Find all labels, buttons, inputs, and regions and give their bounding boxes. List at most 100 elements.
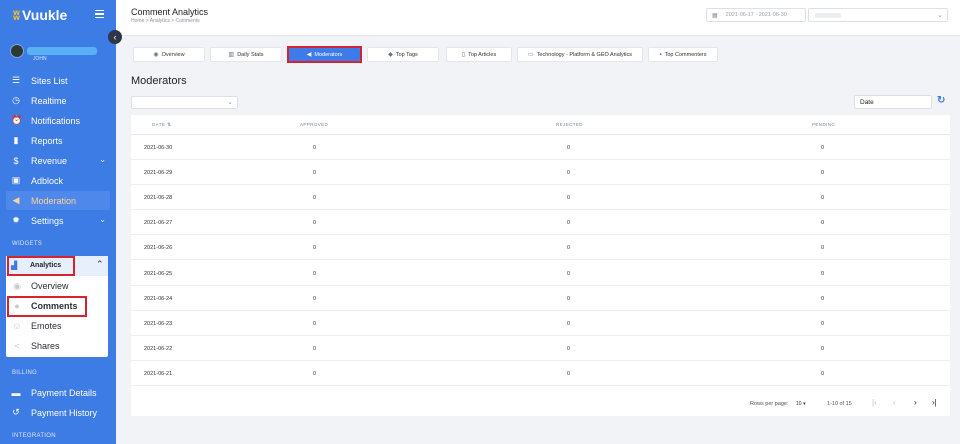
moderators-table: DATE ⇅ APPROVED REJECTED PENDING 2021-06… xyxy=(131,115,950,416)
widget-item-overview[interactable]: ◉ Overview xyxy=(11,278,68,294)
gear-icon: ✹ xyxy=(12,215,20,225)
cell-date: 2021-06-29 xyxy=(144,170,173,177)
breadcrumb: Home > Analytics > Comments xyxy=(131,18,200,24)
page-range: 1-10 of 15 xyxy=(827,401,852,407)
column-header-date[interactable]: DATE ⇅ xyxy=(152,122,172,128)
site-select-redacted xyxy=(815,13,841,18)
table-row: 2021-06-26 0 0 0 xyxy=(131,235,950,261)
sidebar-item-reports[interactable]: ▮ Reports xyxy=(6,131,110,150)
cell-pending: 0 xyxy=(821,195,825,202)
tab-top-tags[interactable]: ◆ Top Tags xyxy=(367,47,439,62)
sort-field-input[interactable]: Date xyxy=(854,95,932,109)
sidebar-item-sites-list[interactable]: ☰ Sites List xyxy=(6,71,110,90)
rows-per-page-label: Rows per page: xyxy=(750,401,789,407)
sidebar-item-notifications[interactable]: ⏰ Notifications xyxy=(6,111,110,130)
tags-icon: ◆ xyxy=(388,52,393,58)
cell-approved: 0 xyxy=(313,195,317,202)
chevron-down-icon: ⌄ xyxy=(99,155,106,164)
widget-item-emotes[interactable]: ☺ Emotes xyxy=(11,318,61,334)
tab-top-commenters[interactable]: ▪ Top Commenters xyxy=(648,47,718,62)
date-range-value: 2021-06-17 - 2021-06-30 xyxy=(725,12,787,18)
ad-icon: ▣ xyxy=(11,175,21,185)
integration-section-label: INTEGRATION xyxy=(12,433,56,439)
logo[interactable]: ʬ Vuukle xyxy=(13,7,67,23)
cell-approved: 0 xyxy=(313,270,317,277)
cell-pending: 0 xyxy=(821,270,825,277)
analytics-highlight-box xyxy=(7,256,75,276)
cell-rejected: 0 xyxy=(567,145,571,151)
cell-approved: 0 xyxy=(313,170,317,177)
cell-date: 2021-06-28 xyxy=(144,195,173,202)
sidebar-item-payment-history[interactable]: ↺ Payment History xyxy=(6,403,110,422)
cell-rejected: 0 xyxy=(567,320,571,327)
page-title: Comment Analytics xyxy=(131,7,209,17)
eye-icon: ◉ xyxy=(13,280,21,291)
chevron-down-icon: ⌄ xyxy=(227,99,233,106)
first-page-icon[interactable]: |‹ xyxy=(872,398,877,407)
site-select[interactable]: ⌄ xyxy=(808,8,948,22)
table-row: 2021-06-25 0 0 0 xyxy=(131,261,950,286)
share-icon: < xyxy=(14,341,20,351)
rows-per-page-select[interactable]: 10 ▾ xyxy=(796,401,806,407)
section-heading: Moderators xyxy=(131,75,187,87)
column-header-rejected[interactable]: REJECTED xyxy=(556,122,583,127)
moderators-tab-highlight-box xyxy=(287,46,362,63)
user-profile[interactable] xyxy=(10,44,97,58)
table-footer: Rows per page: 10 ▾ 1-10 of 15 |‹ ‹ › ›| xyxy=(131,392,950,416)
tab-overview[interactable]: ◉ Overview xyxy=(133,47,205,62)
cell-approved: 0 xyxy=(313,320,317,327)
cell-date: 2021-06-22 xyxy=(144,345,173,352)
tab-technology-geo[interactable]: ▭ Technology - Platform & GEO Analytics xyxy=(517,47,643,62)
logo-mark-icon: ʬ xyxy=(13,7,20,23)
next-page-icon[interactable]: › xyxy=(914,398,917,407)
sidebar-item-revenue[interactable]: $ Revenue ⌄ xyxy=(6,151,110,170)
billing-section-label: BILLING xyxy=(12,370,38,376)
calendar-icon: ▦ xyxy=(712,12,718,19)
cell-rejected: 0 xyxy=(567,245,571,252)
widget-item-shares[interactable]: < Shares xyxy=(11,338,59,354)
cell-rejected: 0 xyxy=(567,270,571,277)
moderator-filter-select[interactable]: ⌄ xyxy=(131,96,238,109)
prev-page-icon[interactable]: ‹ xyxy=(893,398,896,407)
last-page-icon[interactable]: ›| xyxy=(932,398,937,407)
cell-approved: 0 xyxy=(313,145,317,151)
cell-pending: 0 xyxy=(821,245,825,252)
history-icon: ↺ xyxy=(12,407,20,417)
emote-icon: ☺ xyxy=(12,321,22,331)
logo-text: Vuukle xyxy=(21,7,68,23)
column-header-pending[interactable]: PENDING xyxy=(812,122,835,127)
cell-rejected: 0 xyxy=(567,295,571,302)
clock-icon: ◷ xyxy=(12,95,20,105)
menu-icon[interactable] xyxy=(95,10,104,18)
sidebar-item-realtime[interactable]: ◷ Realtime xyxy=(6,91,110,110)
sidebar-item-settings[interactable]: ✹ Settings ⌄ xyxy=(6,211,110,230)
cell-rejected: 0 xyxy=(567,170,571,177)
cell-pending: 0 xyxy=(821,345,825,352)
sort-icon: ⇅ xyxy=(166,122,172,128)
cell-approved: 0 xyxy=(313,370,317,377)
tab-top-articles[interactable]: ▯ Top Articles xyxy=(446,47,512,62)
laptop-icon: ▭ xyxy=(527,52,534,58)
tab-daily-stats[interactable]: ▥ Daily Stats xyxy=(210,47,282,62)
book-icon: ▮ xyxy=(13,135,19,145)
column-header-approved[interactable]: APPROVED xyxy=(300,122,328,127)
cell-pending: 0 xyxy=(821,295,825,302)
avatar xyxy=(10,44,24,58)
comments-highlight-box xyxy=(7,296,87,317)
date-range-picker[interactable]: ▦ 2021-06-17 - 2021-06-30 xyxy=(706,8,806,22)
credit-card-icon: ▬ xyxy=(11,387,21,398)
cell-pending: 0 xyxy=(821,145,825,151)
cell-approved: 0 xyxy=(313,245,317,252)
sidebar-item-moderation[interactable]: ◀ Moderation xyxy=(6,191,110,210)
table-row: 2021-06-27 0 0 0 xyxy=(131,210,950,236)
collapse-sidebar-button[interactable]: ‹ xyxy=(108,30,122,44)
user-sub-label: JOHN xyxy=(33,56,47,62)
cell-pending: 0 xyxy=(821,320,825,327)
cell-pending: 0 xyxy=(821,220,825,227)
sidebar-item-payment-details[interactable]: ▬ Payment Details xyxy=(6,383,110,402)
cell-rejected: 0 xyxy=(567,345,571,352)
table-row: 2021-06-28 0 0 0 xyxy=(131,185,950,211)
sidebar-item-adblock[interactable]: ▣ Adblock xyxy=(6,171,110,190)
alarm-clock-icon: ⏰ xyxy=(11,115,23,125)
refresh-icon[interactable]: ↻ xyxy=(937,95,945,106)
